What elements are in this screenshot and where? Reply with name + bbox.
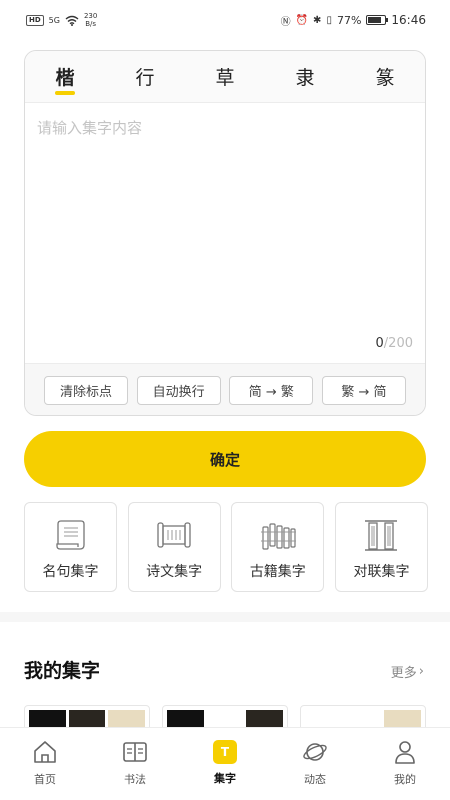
battery-level bbox=[368, 17, 381, 23]
book-icon bbox=[123, 742, 147, 762]
nav-profile[interactable]: 我的 bbox=[360, 728, 450, 800]
nav-home[interactable]: 首页 bbox=[0, 728, 90, 800]
nav-collect[interactable]: T 集字 bbox=[180, 728, 270, 800]
calligraphy-thumbnail bbox=[344, 710, 382, 727]
nfc-icon: Ⓝ bbox=[280, 16, 291, 28]
my-collection-title: 我的集字 bbox=[24, 660, 101, 682]
category-label: 诗文集字 bbox=[146, 564, 203, 580]
tab-zhuan[interactable]: 篆 bbox=[345, 51, 425, 102]
collect-icon: T bbox=[213, 740, 237, 764]
collection-categories: 名句集字 诗文集字 古籍集字 对联集字 bbox=[24, 502, 428, 592]
network-type: 5G bbox=[48, 15, 60, 25]
more-link[interactable]: 更多 › bbox=[391, 662, 424, 681]
simplified-to-traditional-button[interactable]: 简 → 繁 bbox=[229, 375, 314, 405]
traditional-to-simplified-button[interactable]: 繁 → 简 bbox=[321, 375, 406, 405]
auto-wrap-button[interactable]: 自动换行 bbox=[136, 375, 221, 405]
tab-label: 草 bbox=[215, 67, 235, 89]
tab-xing[interactable]: 行 bbox=[105, 51, 185, 102]
nav-feed[interactable]: 动态 bbox=[270, 728, 360, 800]
nav-label: 书法 bbox=[124, 773, 146, 786]
tab-label: 隶 bbox=[295, 67, 315, 89]
calligraphy-thumbnail bbox=[305, 710, 342, 727]
input-placeholder: 请输入集字内容 bbox=[37, 119, 143, 137]
tab-label: 篆 bbox=[375, 67, 395, 89]
bottom-nav: 首页 书法 T 集字 动态 我的 bbox=[0, 727, 450, 800]
tab-li[interactable]: 隶 bbox=[265, 51, 345, 102]
active-tab-indicator bbox=[55, 91, 75, 95]
char-counter: 0/200 bbox=[376, 336, 413, 351]
char-count: 0 bbox=[375, 336, 384, 351]
content-input[interactable]: 请输入集字内容 0/200 bbox=[25, 103, 425, 363]
collection-item[interactable] bbox=[162, 705, 288, 727]
category-poetry[interactable]: 诗文集字 bbox=[127, 502, 221, 592]
calligraphy-thumbnail bbox=[384, 710, 422, 727]
clock: 16:46 bbox=[391, 13, 426, 27]
network-speed: 230 B/s bbox=[84, 12, 97, 28]
tab-kai[interactable]: 楷 bbox=[25, 51, 105, 102]
nav-label: 首页 bbox=[34, 773, 56, 786]
open-scroll-icon bbox=[157, 522, 191, 548]
planet-icon bbox=[303, 743, 327, 761]
my-collection-list bbox=[24, 705, 426, 727]
bluetooth-icon: ✱ bbox=[313, 14, 322, 26]
char-max: /200 bbox=[383, 336, 413, 351]
tab-label: 行 bbox=[135, 67, 155, 89]
calligraphy-thumbnail bbox=[246, 710, 284, 727]
vibrate-icon: ▯ bbox=[326, 14, 332, 26]
battery-icon bbox=[366, 15, 389, 25]
nav-calligraphy[interactable]: 书法 bbox=[90, 728, 180, 800]
speed-value: 230 bbox=[83, 12, 98, 20]
tab-cao[interactable]: 草 bbox=[185, 51, 265, 102]
category-ancient-books[interactable]: 古籍集字 bbox=[231, 502, 325, 592]
input-card: 楷 行 草 隶 篆 请输入集字内容 0/200 清除标点 自动换行 简 → 繁 … bbox=[24, 50, 426, 416]
tab-label: 楷 bbox=[55, 67, 75, 89]
couplet-icon bbox=[365, 520, 398, 551]
nav-label: 动态 bbox=[304, 773, 326, 786]
confirm-button[interactable]: 确定 bbox=[24, 431, 426, 487]
home-icon bbox=[34, 741, 56, 763]
scroll-icon bbox=[55, 520, 85, 550]
alarm-icon: ⏰ bbox=[295, 14, 309, 26]
battery-percent: 77% bbox=[336, 13, 362, 27]
category-label: 古籍集字 bbox=[249, 564, 306, 580]
status-bar: HD 5G 230 B/s Ⓝ ⏰ ✱ ▯ 77% 16:46 bbox=[0, 0, 450, 40]
profile-icon bbox=[395, 741, 415, 764]
calligraphy-thumbnail bbox=[206, 710, 244, 727]
chevron-right-icon: › bbox=[418, 664, 424, 679]
nav-label: 我的 bbox=[394, 773, 416, 786]
wifi-icon bbox=[65, 15, 79, 26]
collection-item[interactable] bbox=[300, 705, 426, 727]
collection-item[interactable] bbox=[24, 705, 150, 727]
section-divider bbox=[0, 612, 450, 622]
category-couplets[interactable]: 对联集字 bbox=[334, 502, 428, 592]
category-famous-quotes[interactable]: 名句集字 bbox=[24, 502, 117, 592]
nav-label: 集字 bbox=[214, 772, 236, 785]
category-label: 名句集字 bbox=[42, 564, 99, 580]
calligraphy-thumbnail bbox=[167, 710, 204, 727]
calligraphy-thumbnail bbox=[29, 710, 66, 727]
clear-punctuation-button[interactable]: 清除标点 bbox=[44, 375, 128, 405]
text-tools: 清除标点 自动换行 简 → 繁 繁 → 简 bbox=[25, 363, 425, 415]
more-label: 更多 bbox=[390, 666, 417, 681]
script-style-tabs: 楷 行 草 隶 篆 bbox=[25, 51, 425, 103]
calligraphy-thumbnail bbox=[108, 710, 146, 727]
hd-badge: HD bbox=[26, 14, 44, 26]
category-label: 对联集字 bbox=[353, 564, 410, 580]
speed-unit: B/s bbox=[85, 20, 97, 28]
bamboo-slips-icon bbox=[260, 523, 296, 550]
calligraphy-thumbnail bbox=[68, 710, 106, 727]
